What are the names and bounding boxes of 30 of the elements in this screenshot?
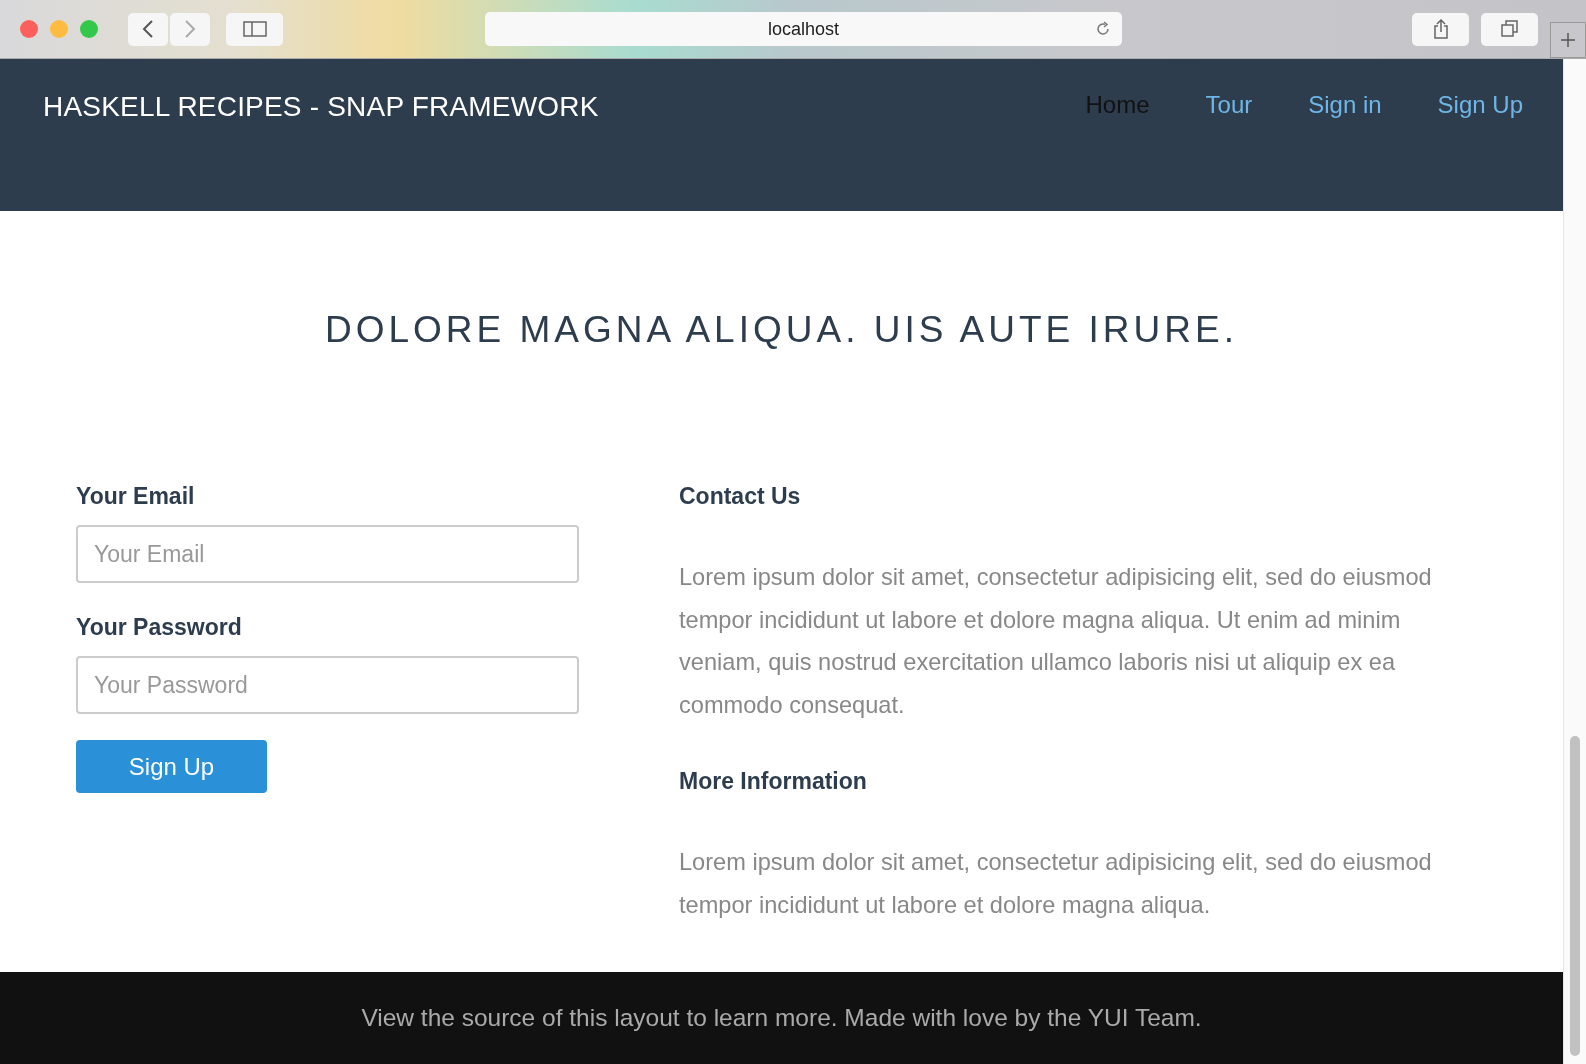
address-bar[interactable]: localhost [485, 12, 1122, 46]
maximize-icon[interactable] [80, 20, 98, 38]
nav-link[interactable]: Tour [1205, 91, 1253, 119]
plus-icon [1560, 32, 1577, 48]
field-label: Your Email [76, 483, 196, 510]
scrollbar-thumb[interactable] [1570, 736, 1580, 1056]
section-title: More Information [679, 768, 868, 795]
new-tab-button[interactable] [1550, 22, 1586, 58]
footer-text: View the source of this layout to learn more. Made with love by the YUI Team. [361, 1004, 1202, 1032]
nav-link[interactable]: Sign Up [1437, 91, 1523, 119]
tabs-button[interactable] [1481, 12, 1539, 46]
back-button[interactable] [128, 12, 168, 46]
section-text: Lorem ipsum dolor sit amet, consectetur adipisicing elit, sed do eiusmod tempor incididunt ut labore et dolore magna aliqua. Ut enim ad minim veniam, quis nostrud exercitation ullamco laboris nisi ut aliquip ex ea commodo consequat. [679, 563, 1433, 720]
field-label: Your Password [76, 614, 243, 641]
sidebar-button[interactable] [226, 12, 284, 46]
nav-link[interactable]: Sign in [1308, 91, 1382, 119]
tabs-icon [1500, 20, 1519, 38]
sidebar-icon [242, 21, 267, 37]
input-field[interactable]: Your Email [76, 525, 579, 583]
section-text: Lorem ipsum dolor sit amet, consectetur adipisicing elit, sed do eiusmod tempor incididunt ut labore et dolore magna aliqua. [679, 848, 1433, 920]
sign-up-button[interactable]: Sign Up [76, 740, 267, 793]
share-button[interactable] [1411, 12, 1470, 46]
close-icon[interactable] [20, 20, 38, 38]
site-brand[interactable]: HASKELL RECIPES - SNAP FRAMEWORK [43, 91, 599, 123]
input-field[interactable]: Your Password [76, 656, 579, 714]
page-headline: DOLORE MAGNA ALIQUA. UIS AUTE IRURE. [324, 309, 1239, 351]
section-title: Contact Us [679, 483, 802, 510]
chevron-right-icon [184, 20, 196, 38]
chevron-left-icon [142, 20, 154, 38]
share-icon [1432, 19, 1449, 39]
